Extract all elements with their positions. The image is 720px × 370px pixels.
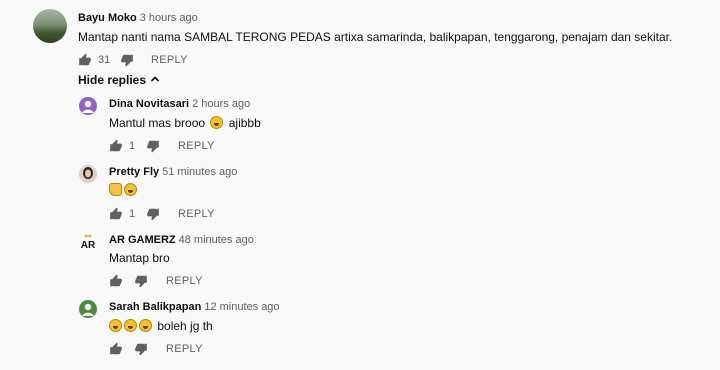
like-icon[interactable]: [109, 342, 123, 356]
emoji-icon: [124, 183, 137, 196]
avatar[interactable]: [79, 165, 97, 183]
dislike-icon[interactable]: [120, 53, 134, 67]
reply-button[interactable]: REPLY: [151, 54, 188, 66]
like-icon[interactable]: [109, 274, 123, 288]
thumbs-up-emoji-icon: [109, 183, 122, 196]
avatar[interactable]: [79, 300, 97, 318]
like-count: 1: [129, 140, 136, 152]
comment-time[interactable]: 2 hours ago: [192, 98, 250, 110]
comment-text: boleh jg th: [109, 319, 213, 333]
comment-author[interactable]: Bayu Moko: [78, 12, 137, 24]
comment-text: Mantap bro: [109, 251, 170, 265]
reply-button[interactable]: REPLY: [178, 140, 215, 152]
avatar[interactable]: [79, 97, 97, 115]
avatar[interactable]: [33, 9, 67, 43]
comment-text: [109, 183, 139, 197]
dislike-icon[interactable]: [146, 207, 160, 221]
reply-button[interactable]: REPLY: [166, 343, 203, 355]
comment-time[interactable]: 48 minutes ago: [179, 234, 254, 246]
like-count: 1: [129, 208, 136, 220]
comment-time[interactable]: 51 minutes ago: [162, 166, 237, 178]
dislike-icon[interactable]: [134, 342, 148, 356]
comment-author[interactable]: Sarah Balikpapan: [109, 301, 201, 313]
avatar[interactable]: AR: [78, 232, 98, 250]
comment-author[interactable]: Pretty Fly: [109, 166, 159, 178]
comment-time[interactable]: 3 hours ago: [140, 12, 198, 24]
dislike-icon[interactable]: [146, 139, 160, 153]
dislike-icon[interactable]: [134, 274, 148, 288]
emoji-icon: [210, 116, 224, 129]
svg-text:AR: AR: [81, 240, 96, 250]
comment-author[interactable]: AR GAMERZ: [109, 234, 176, 246]
comment-text: Mantap nanti nama SAMBAL TERONG PEDAS ar…: [78, 30, 673, 44]
like-icon[interactable]: [109, 207, 123, 221]
like-icon[interactable]: [109, 139, 123, 153]
emoji-icon: [124, 319, 137, 332]
hide-replies-label: Hide replies: [78, 73, 147, 87]
chevron-up-icon: [150, 73, 160, 87]
hide-replies-button[interactable]: Hide replies: [78, 73, 160, 87]
like-count: 31: [98, 54, 111, 66]
emoji-icon: [139, 319, 152, 332]
emoji-icon: [109, 319, 122, 332]
like-icon[interactable]: [78, 53, 92, 67]
comment-author[interactable]: Dina Novitasari: [109, 98, 189, 110]
reply-button[interactable]: REPLY: [166, 275, 203, 287]
reply-button[interactable]: REPLY: [178, 208, 215, 220]
comment-text: Mantul mas brooo ajibbb: [109, 116, 261, 130]
comment-time[interactable]: 12 minutes ago: [204, 301, 279, 313]
